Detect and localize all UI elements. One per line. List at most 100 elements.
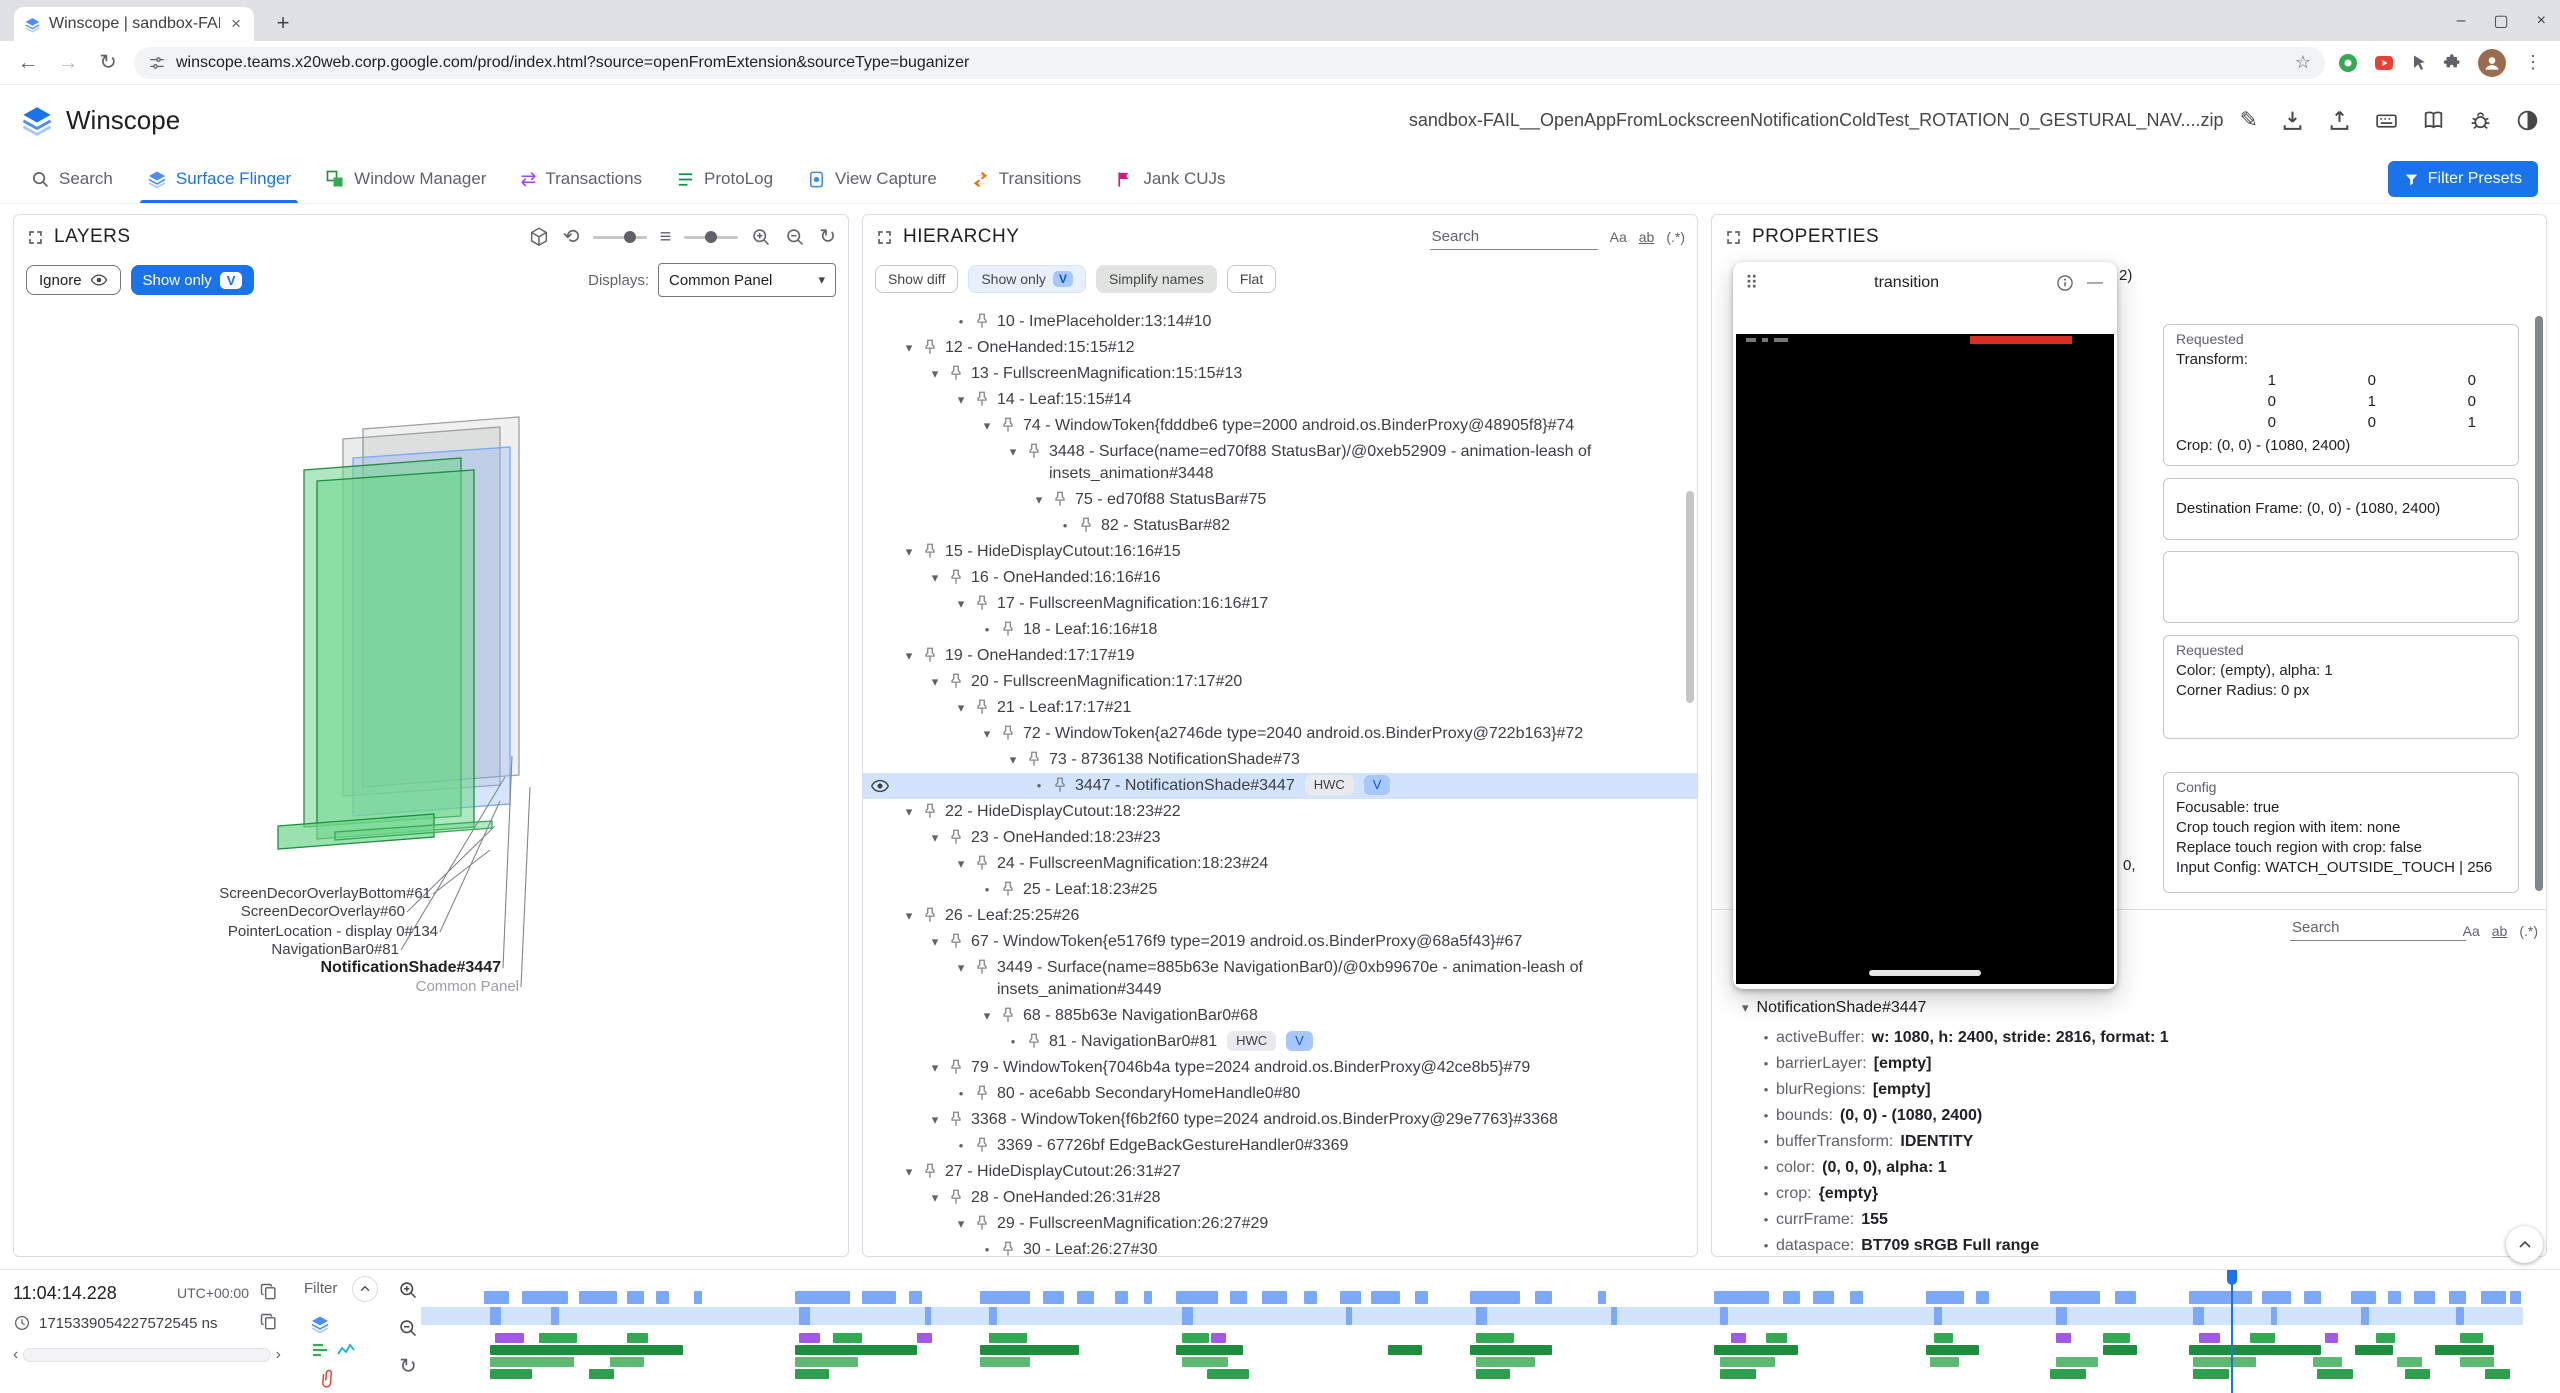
property-root-node[interactable]: ▾ NotificationShade#3447 bbox=[1742, 999, 1926, 1017]
pin-icon[interactable] bbox=[921, 646, 941, 666]
pin-icon[interactable] bbox=[999, 724, 1019, 744]
timeline-segment[interactable] bbox=[2271, 1307, 2277, 1325]
tree-row[interactable]: •30 - Leaf:26:27#30 bbox=[863, 1237, 1697, 1256]
bookmark-star-icon[interactable]: ☆ bbox=[2295, 52, 2311, 73]
timeline-zoom-out-icon[interactable] bbox=[398, 1318, 419, 1339]
tree-row[interactable]: ▾74 - WindowToken{fdddbe6 type=2000 andr… bbox=[863, 413, 1697, 439]
timeline-segment[interactable] bbox=[980, 1345, 1079, 1355]
expand-arrow-icon[interactable]: ▾ bbox=[949, 389, 973, 411]
pin-icon[interactable] bbox=[921, 802, 941, 822]
tree-row[interactable]: ▾20 - FullscreenMagnification:17:17#20 bbox=[863, 669, 1697, 695]
tree-row[interactable]: ▾3449 - Surface(name=885b63e NavigationB… bbox=[863, 955, 1697, 1003]
timeline-segment[interactable] bbox=[980, 1357, 1030, 1367]
timeline-segment[interactable] bbox=[1476, 1357, 1535, 1367]
timeline-segment[interactable] bbox=[2405, 1369, 2430, 1379]
expand-arrow-icon[interactable]: ▾ bbox=[1742, 1000, 1749, 1016]
timeline-segment[interactable] bbox=[2056, 1307, 2067, 1325]
tree-row[interactable]: ▾67 - WindowToken{e5176f9 type=2019 andr… bbox=[863, 929, 1697, 955]
layer-label[interactable]: ScreenDecorOverlayBottom#61 bbox=[219, 885, 431, 902]
edit-icon[interactable]: ✎ bbox=[2240, 107, 2258, 133]
tree-row[interactable]: ▾12 - OneHanded:15:15#12 bbox=[863, 335, 1697, 361]
expand-arrow-icon[interactable]: ▾ bbox=[897, 337, 921, 359]
match-word-icon[interactable]: ab bbox=[1639, 229, 1655, 245]
timeline-segment[interactable] bbox=[1340, 1291, 1361, 1304]
timeline-segment[interactable] bbox=[2435, 1345, 2494, 1355]
pin-icon[interactable] bbox=[947, 1110, 967, 1130]
show-diff-chip[interactable]: Show diff bbox=[875, 265, 958, 293]
timeline-segment[interactable] bbox=[694, 1291, 702, 1304]
trace-line-icon[interactable] bbox=[336, 1340, 356, 1360]
upload-icon[interactable] bbox=[2327, 108, 2352, 133]
window-minimize-icon[interactable]: – bbox=[2457, 12, 2466, 30]
timeline-segment[interactable] bbox=[2103, 1345, 2137, 1355]
tree-row[interactable]: ▾27 - HideDisplayCutout:26:31#27 bbox=[863, 1159, 1697, 1185]
timeline-segment[interactable] bbox=[2050, 1291, 2100, 1304]
timeline-segment[interactable] bbox=[2351, 1291, 2376, 1304]
expand-arrow-icon[interactable]: ▾ bbox=[923, 671, 947, 693]
timeline-segment[interactable] bbox=[1176, 1291, 1218, 1304]
expand-panel-icon[interactable] bbox=[26, 228, 45, 247]
timeline-segment[interactable] bbox=[1182, 1357, 1228, 1367]
expand-panel-icon[interactable] bbox=[875, 228, 894, 247]
timeline-segment[interactable] bbox=[1470, 1345, 1552, 1355]
spacing-slider[interactable] bbox=[684, 236, 738, 239]
tree-row[interactable]: ▾17 - FullscreenMagnification:16:16#17 bbox=[863, 591, 1697, 617]
documentation-book-icon[interactable] bbox=[2421, 108, 2446, 133]
timeline-segment[interactable] bbox=[495, 1333, 524, 1343]
timeline-reset-icon[interactable]: ↻ bbox=[399, 1356, 417, 1377]
timeline-segment[interactable] bbox=[627, 1333, 648, 1343]
timeline-segment[interactable] bbox=[1077, 1291, 1094, 1304]
tab-transactions[interactable]: ⇄ Transactions bbox=[503, 155, 659, 203]
timeline-segment[interactable] bbox=[484, 1291, 509, 1304]
timeline-segment[interactable] bbox=[1182, 1307, 1193, 1325]
expand-arrow-icon[interactable]: ▾ bbox=[923, 567, 947, 589]
tree-row[interactable]: •81 - NavigationBar0#81HWCV bbox=[863, 1029, 1697, 1055]
pin-icon[interactable] bbox=[999, 880, 1019, 900]
timeline-segment[interactable] bbox=[2376, 1333, 2395, 1343]
pin-icon[interactable] bbox=[973, 854, 993, 874]
timeline-segment[interactable] bbox=[1930, 1357, 1959, 1367]
collapse-timeline-button[interactable] bbox=[2506, 1226, 2543, 1263]
tree-row[interactable]: ▾19 - OneHanded:17:17#19 bbox=[863, 643, 1697, 669]
tree-row[interactable]: •3447 - NotificationShade#3447HWCV bbox=[863, 773, 1697, 799]
expand-arrow-icon[interactable]: ▾ bbox=[923, 1187, 947, 1209]
timeline-segment[interactable] bbox=[2414, 1291, 2435, 1304]
hierarchy-search-input[interactable] bbox=[1430, 224, 1598, 250]
layers-3d-canvas[interactable]: ScreenDecorOverlayBottom#61 ScreenDecorO… bbox=[14, 301, 848, 1256]
property-item[interactable]: •color:(0, 0, 0), alpha: 1 bbox=[1758, 1155, 2536, 1181]
extensions-puzzle-icon[interactable] bbox=[2443, 52, 2464, 73]
pin-icon[interactable] bbox=[921, 906, 941, 926]
property-item[interactable]: •dataspace:BT709 sRGB Full range bbox=[1758, 1233, 2536, 1257]
timeline-segment[interactable] bbox=[1211, 1333, 1226, 1343]
property-item[interactable]: •currFrame:155 bbox=[1758, 1207, 2536, 1233]
timeline-segment[interactable] bbox=[2199, 1333, 2220, 1343]
timeline-segment[interactable] bbox=[2304, 1291, 2321, 1304]
match-case-icon[interactable]: Aa bbox=[2463, 923, 2480, 939]
pin-icon[interactable] bbox=[947, 828, 967, 848]
timeline-canvas[interactable] bbox=[421, 1270, 2523, 1393]
timeline-segment[interactable] bbox=[2460, 1357, 2494, 1367]
timeline-segment[interactable] bbox=[1720, 1369, 1756, 1379]
timeline-segment[interactable] bbox=[909, 1291, 922, 1304]
profile-avatar[interactable] bbox=[2478, 49, 2506, 77]
expand-arrow-icon[interactable]: ▾ bbox=[923, 1057, 947, 1079]
tree-row[interactable]: ▾15 - HideDisplayCutout:16:16#15 bbox=[863, 539, 1697, 565]
pin-icon[interactable] bbox=[1025, 442, 1045, 462]
layer-label-display[interactable]: Common Panel bbox=[416, 978, 519, 995]
tab-search[interactable]: Search bbox=[14, 155, 130, 203]
timeline-segment[interactable] bbox=[2317, 1369, 2353, 1379]
pin-icon[interactable] bbox=[1025, 1032, 1045, 1052]
timeline-segment[interactable] bbox=[2388, 1291, 2401, 1304]
pin-icon[interactable] bbox=[1051, 776, 1071, 796]
transition-preview-card[interactable]: ⠿ transition — bbox=[1733, 262, 2117, 989]
expand-panel-icon[interactable] bbox=[1724, 228, 1743, 247]
timeline-segment[interactable] bbox=[589, 1369, 614, 1379]
pin-icon[interactable] bbox=[921, 338, 941, 358]
show-only-chip[interactable]: Show only V bbox=[968, 265, 1086, 293]
scroll-track[interactable] bbox=[23, 1348, 270, 1362]
timeline-mini-scrollbar[interactable]: ‹ › bbox=[13, 1346, 281, 1364]
pin-icon[interactable] bbox=[999, 1240, 1019, 1256]
extension-cursor-icon[interactable] bbox=[2409, 53, 2429, 73]
zoom-out-icon[interactable] bbox=[785, 227, 806, 248]
timeline-segment[interactable] bbox=[2460, 1333, 2483, 1343]
